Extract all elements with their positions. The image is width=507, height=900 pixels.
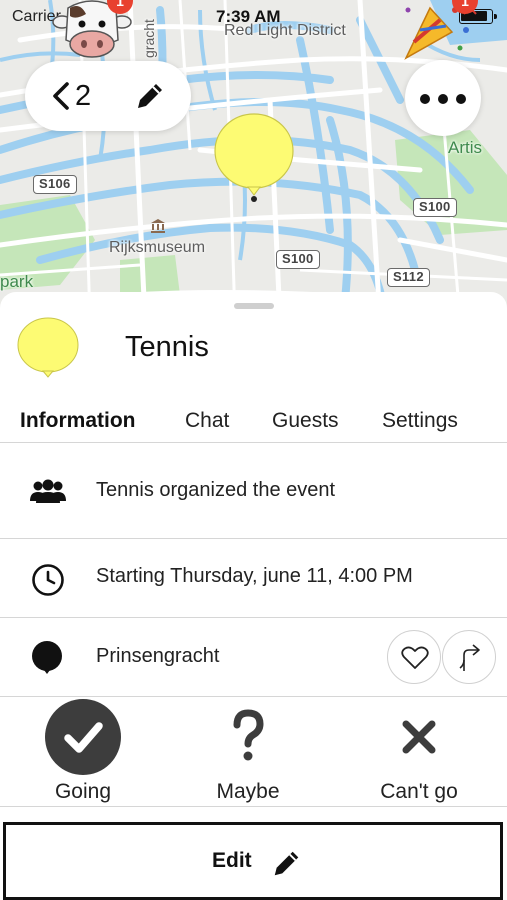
map-label-park: park — [0, 272, 34, 291]
organizer-text: Tennis organized the event — [96, 479, 336, 501]
event-title: Tennis — [125, 331, 209, 363]
status-time: 7:39 AM — [216, 7, 281, 26]
road-badge-s106: S106 — [33, 175, 77, 194]
event-balloon-pin[interactable] — [212, 113, 296, 199]
event-nav-pill: 2 — [25, 61, 191, 131]
edit-event-button[interactable]: Edit — [3, 822, 503, 900]
back-count: 2 — [75, 80, 92, 112]
close-icon — [402, 720, 436, 754]
edit-label: Edit — [212, 849, 252, 872]
heart-icon — [401, 646, 429, 669]
balloon-icon — [17, 317, 79, 378]
tab-chat[interactable]: Chat — [185, 409, 229, 433]
start-time-row[interactable]: Starting Thursday, june 11, 4:00 PM — [0, 539, 507, 618]
road-badge-s100: S100 — [413, 198, 457, 217]
more-dots-icon — [456, 94, 466, 104]
tab-settings[interactable]: Settings — [382, 409, 458, 433]
location-row[interactable]: Prinsengracht — [0, 618, 507, 697]
rsvp-maybe-button[interactable]: Maybe — [193, 697, 303, 807]
event-detail-sheet: Tennis Information Chat Guests Settings … — [0, 292, 507, 900]
pencil-icon — [274, 851, 299, 876]
directions-button[interactable] — [442, 630, 496, 684]
sheet-grabber[interactable] — [234, 303, 274, 309]
location-text: Prinsengracht — [96, 645, 220, 667]
rsvp-going-button[interactable]: Going — [28, 697, 138, 807]
favorite-button[interactable] — [387, 630, 441, 684]
organizer-row[interactable]: Tennis organized the event — [0, 443, 507, 539]
more-dots-icon — [420, 94, 430, 104]
map-label-rijksmuseum: Rijksmuseum — [109, 239, 206, 256]
pencil-icon — [138, 84, 162, 108]
location-balloon-icon — [32, 641, 62, 674]
question-icon — [233, 709, 264, 761]
rsvp-going-label: Going — [54, 780, 112, 803]
tab-guests[interactable]: Guests — [272, 409, 339, 433]
directions-icon — [459, 644, 480, 671]
rsvp-maybe-label: Maybe — [216, 780, 280, 803]
rsvp-bar: Going Maybe Can't go — [0, 697, 507, 807]
museum-icon — [151, 219, 165, 233]
back-button[interactable]: 2 — [51, 79, 91, 113]
check-icon — [45, 699, 121, 775]
event-header: Tennis — [0, 314, 507, 384]
tab-information[interactable]: Information — [20, 409, 136, 433]
more-dots-icon — [438, 94, 448, 104]
rsvp-cant-go-label: Can't go — [380, 780, 458, 803]
start-time-text: Starting Thursday, june 11, 4:00 PM — [96, 565, 413, 587]
map-edit-button[interactable] — [133, 79, 167, 113]
road-badge-s112: S112 — [387, 268, 430, 287]
map-view[interactable]: S106 S100 S100 S112 Red Light District R… — [0, 0, 507, 320]
clock-icon — [32, 564, 64, 596]
more-options-button[interactable] — [405, 60, 481, 136]
rsvp-cant-go-button[interactable]: Can't go — [364, 697, 474, 807]
tab-bar: Information Chat Guests Settings — [0, 395, 507, 443]
map-label-artis: Artis — [448, 138, 482, 157]
group-icon — [30, 479, 66, 503]
chevron-left-icon — [53, 82, 69, 110]
road-badge-s100: S100 — [276, 250, 320, 269]
